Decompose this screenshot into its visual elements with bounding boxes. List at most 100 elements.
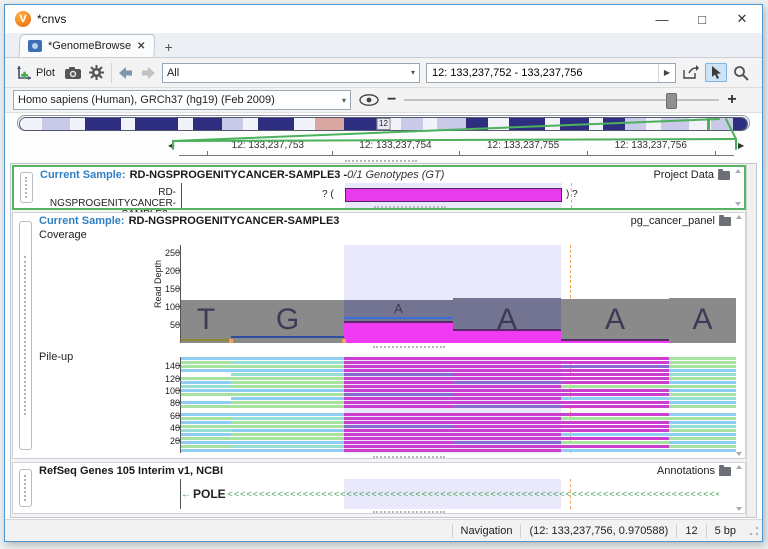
app-window: V *cnvs — □ ✕ *GenomeBrowse ✕ + xyxy=(4,4,763,542)
go-button[interactable]: ▶ xyxy=(658,64,675,82)
location-value: 12: 133,237,752 - 133,237,756 xyxy=(432,67,582,79)
y-axis-tick-label: 80 xyxy=(170,398,180,408)
close-button[interactable]: ✕ xyxy=(722,5,762,33)
cursor-arrow-icon xyxy=(710,65,722,80)
reference-base-letter: A xyxy=(669,305,736,335)
genome-assembly-dropdown[interactable]: Homo sapiens (Human), GRCh37 (hg19) (Feb… xyxy=(13,90,351,110)
minimize-button[interactable]: — xyxy=(642,5,682,33)
track-sample-alignment[interactable]: Current Sample: RD-NGSPROGENITYCANCER-SA… xyxy=(12,212,746,459)
new-tab-button[interactable]: + xyxy=(165,39,173,57)
track-mini-scroll[interactable] xyxy=(735,215,743,456)
track-mini-scroll[interactable] xyxy=(735,465,743,511)
orange-marker-line xyxy=(571,183,572,208)
pan-right-arrow[interactable]: ▶ xyxy=(738,141,744,150)
toolbar-separator xyxy=(111,63,112,83)
y-axis-tick-label: 40 xyxy=(170,423,180,433)
read-depth-axis-label: Read Depth xyxy=(153,260,163,308)
track-mini-scroll[interactable] xyxy=(734,169,742,206)
y-axis-tick-label: 140 xyxy=(165,361,180,371)
reference-base-letter: A xyxy=(344,302,453,315)
pileup-section-label: Pile-up xyxy=(39,351,73,363)
zoom-tool-icon[interactable] xyxy=(733,65,749,81)
ruler-label: 12: 133,237,753 xyxy=(232,140,304,151)
track-genotypes[interactable]: Current Sample: RD-NGSPROGENITYCANCER-SA… xyxy=(12,165,746,210)
window-resize-grip[interactable] xyxy=(748,525,760,537)
tab-label: *GenomeBrowse xyxy=(48,40,131,52)
ruler-baseline xyxy=(179,155,734,156)
genotype-left-endpoint: ? ( xyxy=(322,189,334,200)
track-resize-grip[interactable] xyxy=(374,206,446,208)
genotype-subtitle: 0/1 Genotypes (GT) xyxy=(347,169,444,181)
gene-row[interactable]: ← POLE <<<<<<<<<<<<<<<<<<<<<<<<<<<<<<<<<… xyxy=(181,487,719,501)
gene-name[interactable]: POLE xyxy=(193,487,226,501)
zoom-out-button[interactable]: − xyxy=(387,91,396,109)
chevron-down-icon: ▾ xyxy=(411,68,415,77)
coverage-section-label: Coverage xyxy=(39,229,87,241)
plot-button-label: Plot xyxy=(36,67,55,79)
genomebrowse-tab-icon xyxy=(28,40,42,52)
y-axis-tick-label: 50 xyxy=(170,320,180,330)
chromosome-panel[interactable]: 12 xyxy=(17,115,750,131)
track-drag-handle[interactable] xyxy=(19,221,32,450)
tab-bar: *GenomeBrowse ✕ + xyxy=(5,33,762,58)
refseq-title: RefSeq Genes 105 Interim v1, NCBI xyxy=(39,465,223,477)
y-axis-tick-label: 250 xyxy=(165,248,180,258)
status-span: 5 bp xyxy=(706,524,744,538)
track-resize-grip[interactable] xyxy=(373,456,445,458)
coverage-plot[interactable]: TGAAAA50100150200250 xyxy=(181,245,736,343)
pan-left-arrow[interactable]: ◀ xyxy=(168,141,174,150)
y-axis-tick-label: 100 xyxy=(165,302,180,312)
export-view-icon[interactable] xyxy=(682,65,699,80)
gene-strand-arrow: ← xyxy=(181,489,191,500)
vertical-scrollbar[interactable] xyxy=(746,164,756,517)
window-title: *cnvs xyxy=(37,12,66,26)
ruler-resize-grip[interactable] xyxy=(345,160,417,162)
location-input[interactable]: 12: 133,237,752 - 133,237,756 ▶ xyxy=(426,63,676,83)
pointer-tool-button[interactable] xyxy=(705,63,727,82)
chromosome-label: 12 xyxy=(376,118,391,130)
title-bar: V *cnvs — □ ✕ xyxy=(5,5,762,33)
zoom-slider[interactable] xyxy=(404,90,719,110)
coordinate-ruler[interactable]: 12: 133,237,75312: 133,237,75412: 133,23… xyxy=(179,134,734,163)
y-axis-tick-label: 60 xyxy=(170,411,180,421)
zoom-in-button[interactable]: + xyxy=(727,91,736,109)
tab-close-icon[interactable]: ✕ xyxy=(137,41,145,52)
folder-icon xyxy=(718,171,730,180)
track-refseq-genes[interactable]: RefSeq Genes 105 Interim v1, NCBI Annota… xyxy=(12,462,746,514)
y-axis-tick-label: 150 xyxy=(165,284,180,294)
current-sample-label: Current Sample: xyxy=(39,215,125,227)
folder-icon xyxy=(719,467,731,476)
source-label: Annotations xyxy=(657,465,715,477)
plot-button[interactable]: Plot xyxy=(13,63,58,83)
track-drag-handle[interactable] xyxy=(20,172,33,203)
section-resize-grip[interactable] xyxy=(373,346,445,348)
main-toolbar: Plot All ▾ 12 xyxy=(5,58,762,88)
reference-base-letter: A xyxy=(561,305,669,335)
sample-name: RD-NGSPROGENITYCANCER-SAMPLE3 - xyxy=(130,169,348,181)
maximize-button[interactable]: □ xyxy=(682,5,722,33)
forward-arrow-button[interactable] xyxy=(140,66,156,80)
pileup-plot[interactable]: 20406080100120140 xyxy=(181,357,736,453)
y-axis-tick-label: 20 xyxy=(170,436,180,446)
status-position: (12: 133,237,756, 0.970588) xyxy=(520,524,676,538)
chromosome-row: 12 xyxy=(5,113,762,134)
track-drag-handle[interactable] xyxy=(19,469,32,507)
genotype-plot[interactable]: ? ( ) ? xyxy=(182,183,737,208)
back-arrow-button[interactable] xyxy=(118,66,134,80)
ruler-label: 12: 133,237,755 xyxy=(487,140,559,151)
settings-gear-icon[interactable] xyxy=(88,64,105,81)
status-chromosome: 12 xyxy=(676,524,705,538)
track-resize-grip[interactable] xyxy=(373,511,445,513)
app-icon: V xyxy=(15,11,31,27)
ruler-label: 12: 133,237,756 xyxy=(615,140,687,151)
scope-dropdown[interactable]: All ▾ xyxy=(162,63,420,83)
y-axis-tick-label: 200 xyxy=(165,266,180,276)
camera-icon[interactable] xyxy=(64,66,82,80)
visibility-eye-icon[interactable] xyxy=(359,94,379,106)
zoom-slider-handle[interactable] xyxy=(666,93,677,109)
current-sample-label: Current Sample: xyxy=(40,169,126,181)
tab-genomebrowse[interactable]: *GenomeBrowse ✕ xyxy=(18,34,155,57)
scope-dropdown-value: All xyxy=(167,67,179,79)
sample-name: RD-NGSPROGENITYCANCER-SAMPLE3 xyxy=(129,215,340,227)
status-navigation: Navigation xyxy=(452,524,521,538)
